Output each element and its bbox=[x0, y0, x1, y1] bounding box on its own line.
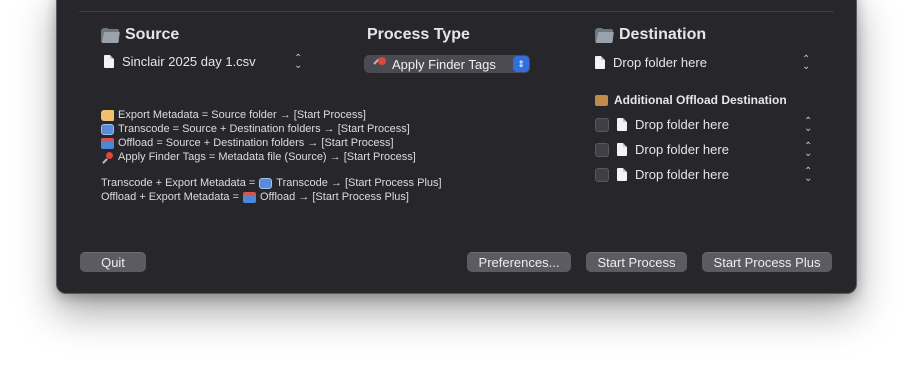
document-icon bbox=[617, 143, 627, 156]
offload-row-1-label[interactable]: Drop folder here bbox=[635, 117, 729, 132]
offload-icon bbox=[101, 137, 114, 149]
top-divider bbox=[79, 11, 834, 12]
info-line-text: Apply Finder Tags = Metadata file (Sourc… bbox=[118, 151, 416, 163]
info-line-text: Transcode = Source + Destination folders… bbox=[118, 123, 410, 135]
folder-icon bbox=[101, 27, 120, 43]
package-icon bbox=[595, 94, 608, 106]
source-header: Source bbox=[101, 26, 179, 44]
offload-checkbox-2[interactable] bbox=[595, 142, 609, 157]
transcode-icon bbox=[259, 177, 273, 189]
destination-popup[interactable]: Drop folder here ⌃ ⌄ bbox=[595, 53, 817, 72]
info-line-export-metadata: Export Metadata = Source folder → [Start… bbox=[101, 109, 366, 121]
quit-button[interactable]: Quit bbox=[80, 252, 146, 272]
up-down-chevron-icon: ⌃ ⌄ bbox=[294, 52, 303, 71]
start-process-button[interactable]: Start Process bbox=[586, 252, 687, 272]
info-line-offload: Offload = Source + Destination folders →… bbox=[101, 137, 394, 149]
offload-row-3: Drop folder here ⌃ ⌄ bbox=[595, 166, 817, 183]
document-icon bbox=[104, 55, 114, 68]
process-type-selected: Apply Finder Tags bbox=[392, 56, 496, 72]
info-line-transcode: Transcode = Source + Destination folders… bbox=[101, 123, 410, 135]
offload-row-1: Drop folder here ⌃ ⌄ bbox=[595, 116, 817, 133]
up-down-chevron-icon[interactable]: ⌃ ⌄ bbox=[804, 116, 812, 133]
source-file-name: Sinclair 2025 day 1.csv bbox=[122, 54, 256, 69]
additional-offload-header-label: Additional Offload Destination bbox=[614, 93, 787, 107]
start-process-plus-button[interactable]: Start Process Plus bbox=[702, 252, 832, 272]
process-type-popup[interactable]: Apply Finder Tags ⇕ bbox=[364, 55, 530, 73]
info-line-text: Offload = Source + Destination folders →… bbox=[118, 137, 394, 149]
document-icon bbox=[617, 118, 627, 131]
combo-line-suffix: Offload → [Start Process Plus] bbox=[260, 191, 409, 203]
combo-line-prefix: Offload + Export Metadata = bbox=[101, 191, 239, 203]
source-header-label: Source bbox=[125, 26, 180, 43]
offload-row-3-label[interactable]: Drop folder here bbox=[635, 167, 729, 182]
offload-checkbox-1[interactable] bbox=[595, 117, 609, 132]
additional-offload-header: Additional Offload Destination bbox=[595, 93, 787, 107]
offload-row-2: Drop folder here ⌃ ⌄ bbox=[595, 141, 817, 158]
transcode-icon bbox=[101, 123, 114, 135]
combo-line-offload-export: Offload + Export Metadata = Offload → [S… bbox=[101, 191, 409, 203]
source-file-popup[interactable]: Sinclair 2025 day 1.csv ⌃ ⌄ bbox=[104, 52, 304, 71]
process-type-header: Process Type bbox=[367, 26, 470, 44]
pushpin-icon bbox=[101, 151, 114, 163]
destination-header: Destination bbox=[595, 26, 706, 44]
combo-line-suffix: Transcode → [Start Process Plus] bbox=[276, 177, 442, 189]
combo-line-prefix: Transcode + Export Metadata = bbox=[101, 177, 256, 189]
up-down-chevron-icon: ⌃ ⌄ bbox=[802, 53, 811, 72]
pushpin-icon bbox=[372, 57, 386, 71]
folder-icon bbox=[595, 27, 614, 43]
preferences-button[interactable]: Preferences... bbox=[467, 252, 571, 272]
offload-row-2-label[interactable]: Drop folder here bbox=[635, 142, 729, 157]
info-line-text: Export Metadata = Source folder → [Start… bbox=[118, 109, 366, 121]
app-window: Source Sinclair 2025 day 1.csv ⌃ ⌄ Proces… bbox=[56, 0, 857, 294]
destination-header-label: Destination bbox=[619, 26, 707, 43]
offload-icon bbox=[243, 191, 256, 203]
document-icon bbox=[595, 56, 605, 69]
tag-icon bbox=[101, 109, 114, 121]
popup-stepper-icon: ⇕ bbox=[513, 56, 529, 72]
destination-placeholder: Drop folder here bbox=[613, 55, 707, 70]
document-icon bbox=[617, 168, 627, 181]
up-down-chevron-icon[interactable]: ⌃ ⌄ bbox=[804, 166, 812, 183]
offload-checkbox-3[interactable] bbox=[595, 167, 609, 182]
up-down-chevron-icon[interactable]: ⌃ ⌄ bbox=[804, 141, 812, 158]
process-type-header-label: Process Type bbox=[367, 26, 470, 43]
info-line-apply-finder-tags: Apply Finder Tags = Metadata file (Sourc… bbox=[101, 151, 416, 163]
desktop-backdrop: Source Sinclair 2025 day 1.csv ⌃ ⌄ Proces… bbox=[0, 0, 911, 366]
combo-line-transcode-export: Transcode + Export Metadata = Transcode … bbox=[101, 177, 442, 189]
